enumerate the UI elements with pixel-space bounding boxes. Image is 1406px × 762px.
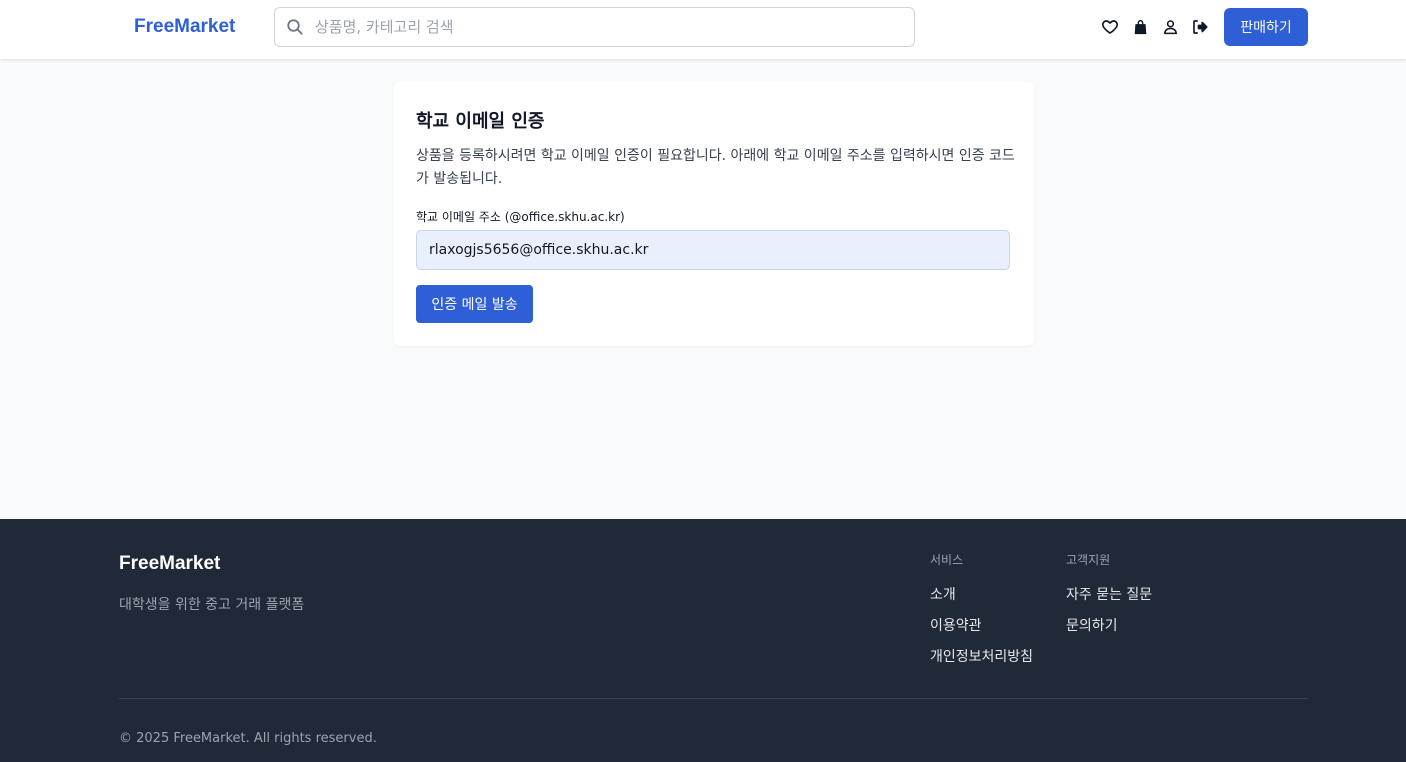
user-icon[interactable]	[1160, 16, 1180, 38]
search-bar[interactable]	[274, 7, 915, 47]
header-icon-group	[1100, 16, 1210, 38]
shopping-bag-icon[interactable]	[1130, 16, 1150, 38]
footer-link-faq[interactable]: 자주 묻는 질문	[1066, 586, 1152, 605]
footer-service-heading: 서비스	[930, 553, 964, 567]
email-verification-card: 학교 이메일 인증 상품을 등록하시려면 학교 이메일 인증이 필요합니다. 아…	[394, 82, 1034, 346]
footer-logo: FreeMarket	[119, 553, 221, 574]
footer-support-column: 고객지원 자주 묻는 질문 문의하기	[1066, 551, 1152, 648]
page-title: 학교 이메일 인증	[416, 111, 545, 132]
footer-tagline: 대학생을 위한 중고 거래 플랫폼	[119, 597, 305, 613]
footer-link-contact[interactable]: 문의하기	[1066, 617, 1152, 636]
footer-divider	[119, 698, 1308, 699]
logo[interactable]: FreeMarket	[134, 16, 235, 38]
search-input[interactable]	[315, 18, 895, 36]
footer-copyright: © 2025 FreeMarket. All rights reserved.	[119, 731, 377, 746]
top-header: FreeMarket 판매하기	[0, 0, 1406, 59]
heart-icon[interactable]	[1100, 16, 1120, 38]
school-email-input[interactable]	[416, 230, 1010, 270]
email-label: 학교 이메일 주소 (@office.skhu.ac.kr)	[416, 210, 625, 224]
site-footer: FreeMarket 대학생을 위한 중고 거래 플랫폼 서비스 소개 이용약관…	[0, 519, 1406, 762]
footer-link-terms[interactable]: 이용약관	[930, 617, 1033, 636]
footer-service-column: 서비스 소개 이용약관 개인정보처리방침	[930, 551, 1033, 679]
verification-description: 상품을 등록하시려면 학교 이메일 인증이 필요합니다. 아래에 학교 이메일 …	[416, 148, 1015, 187]
footer-link-about[interactable]: 소개	[930, 586, 1033, 605]
search-icon	[275, 18, 315, 36]
footer-support-heading: 고객지원	[1066, 553, 1111, 567]
logout-icon[interactable]	[1190, 16, 1210, 38]
footer-link-privacy[interactable]: 개인정보처리방침	[930, 648, 1033, 667]
sell-button[interactable]: 판매하기	[1224, 8, 1308, 46]
send-verification-email-button[interactable]: 인증 메일 발송	[416, 285, 533, 323]
